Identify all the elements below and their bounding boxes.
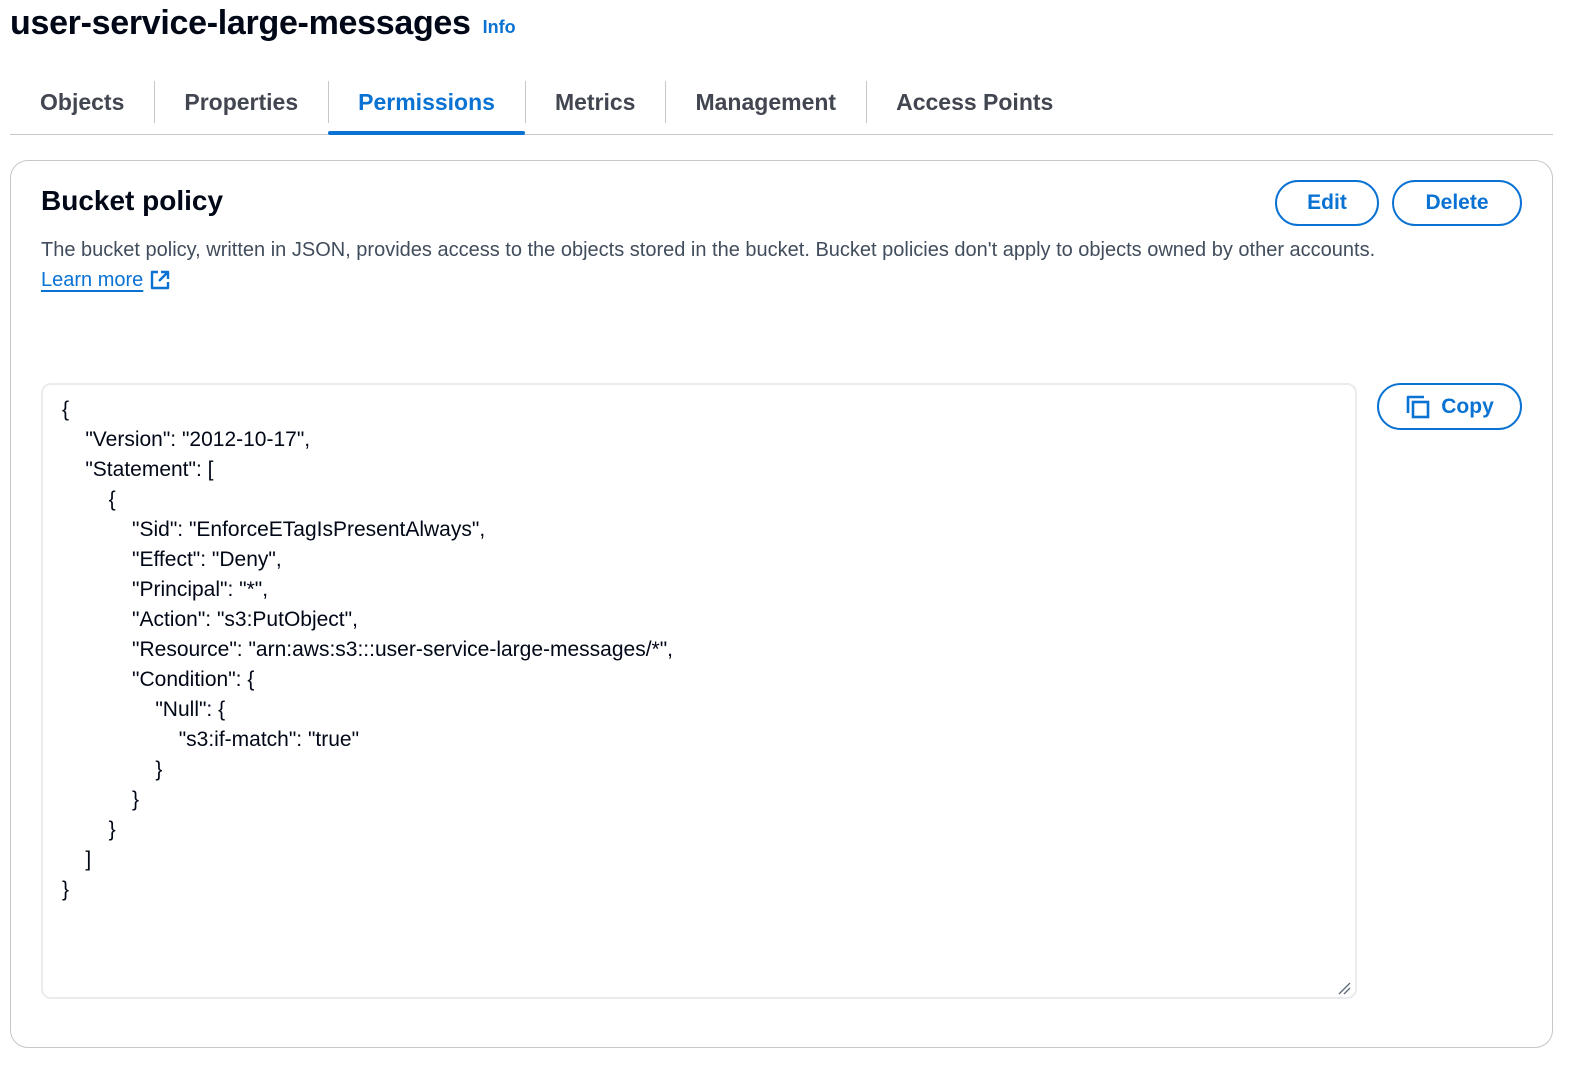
s3-bucket-page: user-service-large-messages Info Objects… [0,0,1569,1068]
tab-objects[interactable]: Objects [10,70,154,134]
tab-access-points[interactable]: Access Points [866,70,1083,134]
policy-json-viewer[interactable]: { "Version": "2012-10-17", "Statement": … [41,383,1357,999]
tab-management[interactable]: Management [665,70,866,134]
delete-button[interactable]: Delete [1392,180,1522,226]
copy-button-label: Copy [1441,394,1494,418]
tab-metrics[interactable]: Metrics [524,70,666,134]
info-link[interactable]: Info [483,17,516,38]
policy-json-text: { "Version": "2012-10-17", "Statement": … [62,398,674,901]
tab-properties[interactable]: Properties [154,70,328,134]
edit-button[interactable]: Edit [1275,180,1379,226]
page-header: user-service-large-messages Info [10,0,516,46]
external-link-icon [151,270,170,290]
bucket-policy-card: Bucket policy Edit Delete The bucket pol… [10,160,1553,1048]
learn-more-label: Learn more [41,269,144,291]
tab-permissions[interactable]: Permissions [328,70,525,135]
copy-button[interactable]: Copy [1377,383,1522,430]
bucket-policy-description: The bucket policy, written in JSON, prov… [41,239,1376,261]
resize-grip-icon[interactable] [1337,981,1351,995]
page-title: user-service-large-messages [10,3,471,42]
tab-bar: Objects Properties Permissions Metrics M… [10,70,1553,135]
bucket-policy-title: Bucket policy [41,185,224,216]
learn-more-link[interactable]: Learn more [41,265,171,295]
copy-icon [1406,395,1430,418]
bucket-policy-description-block: The bucket policy, written in JSON, prov… [41,235,1491,295]
